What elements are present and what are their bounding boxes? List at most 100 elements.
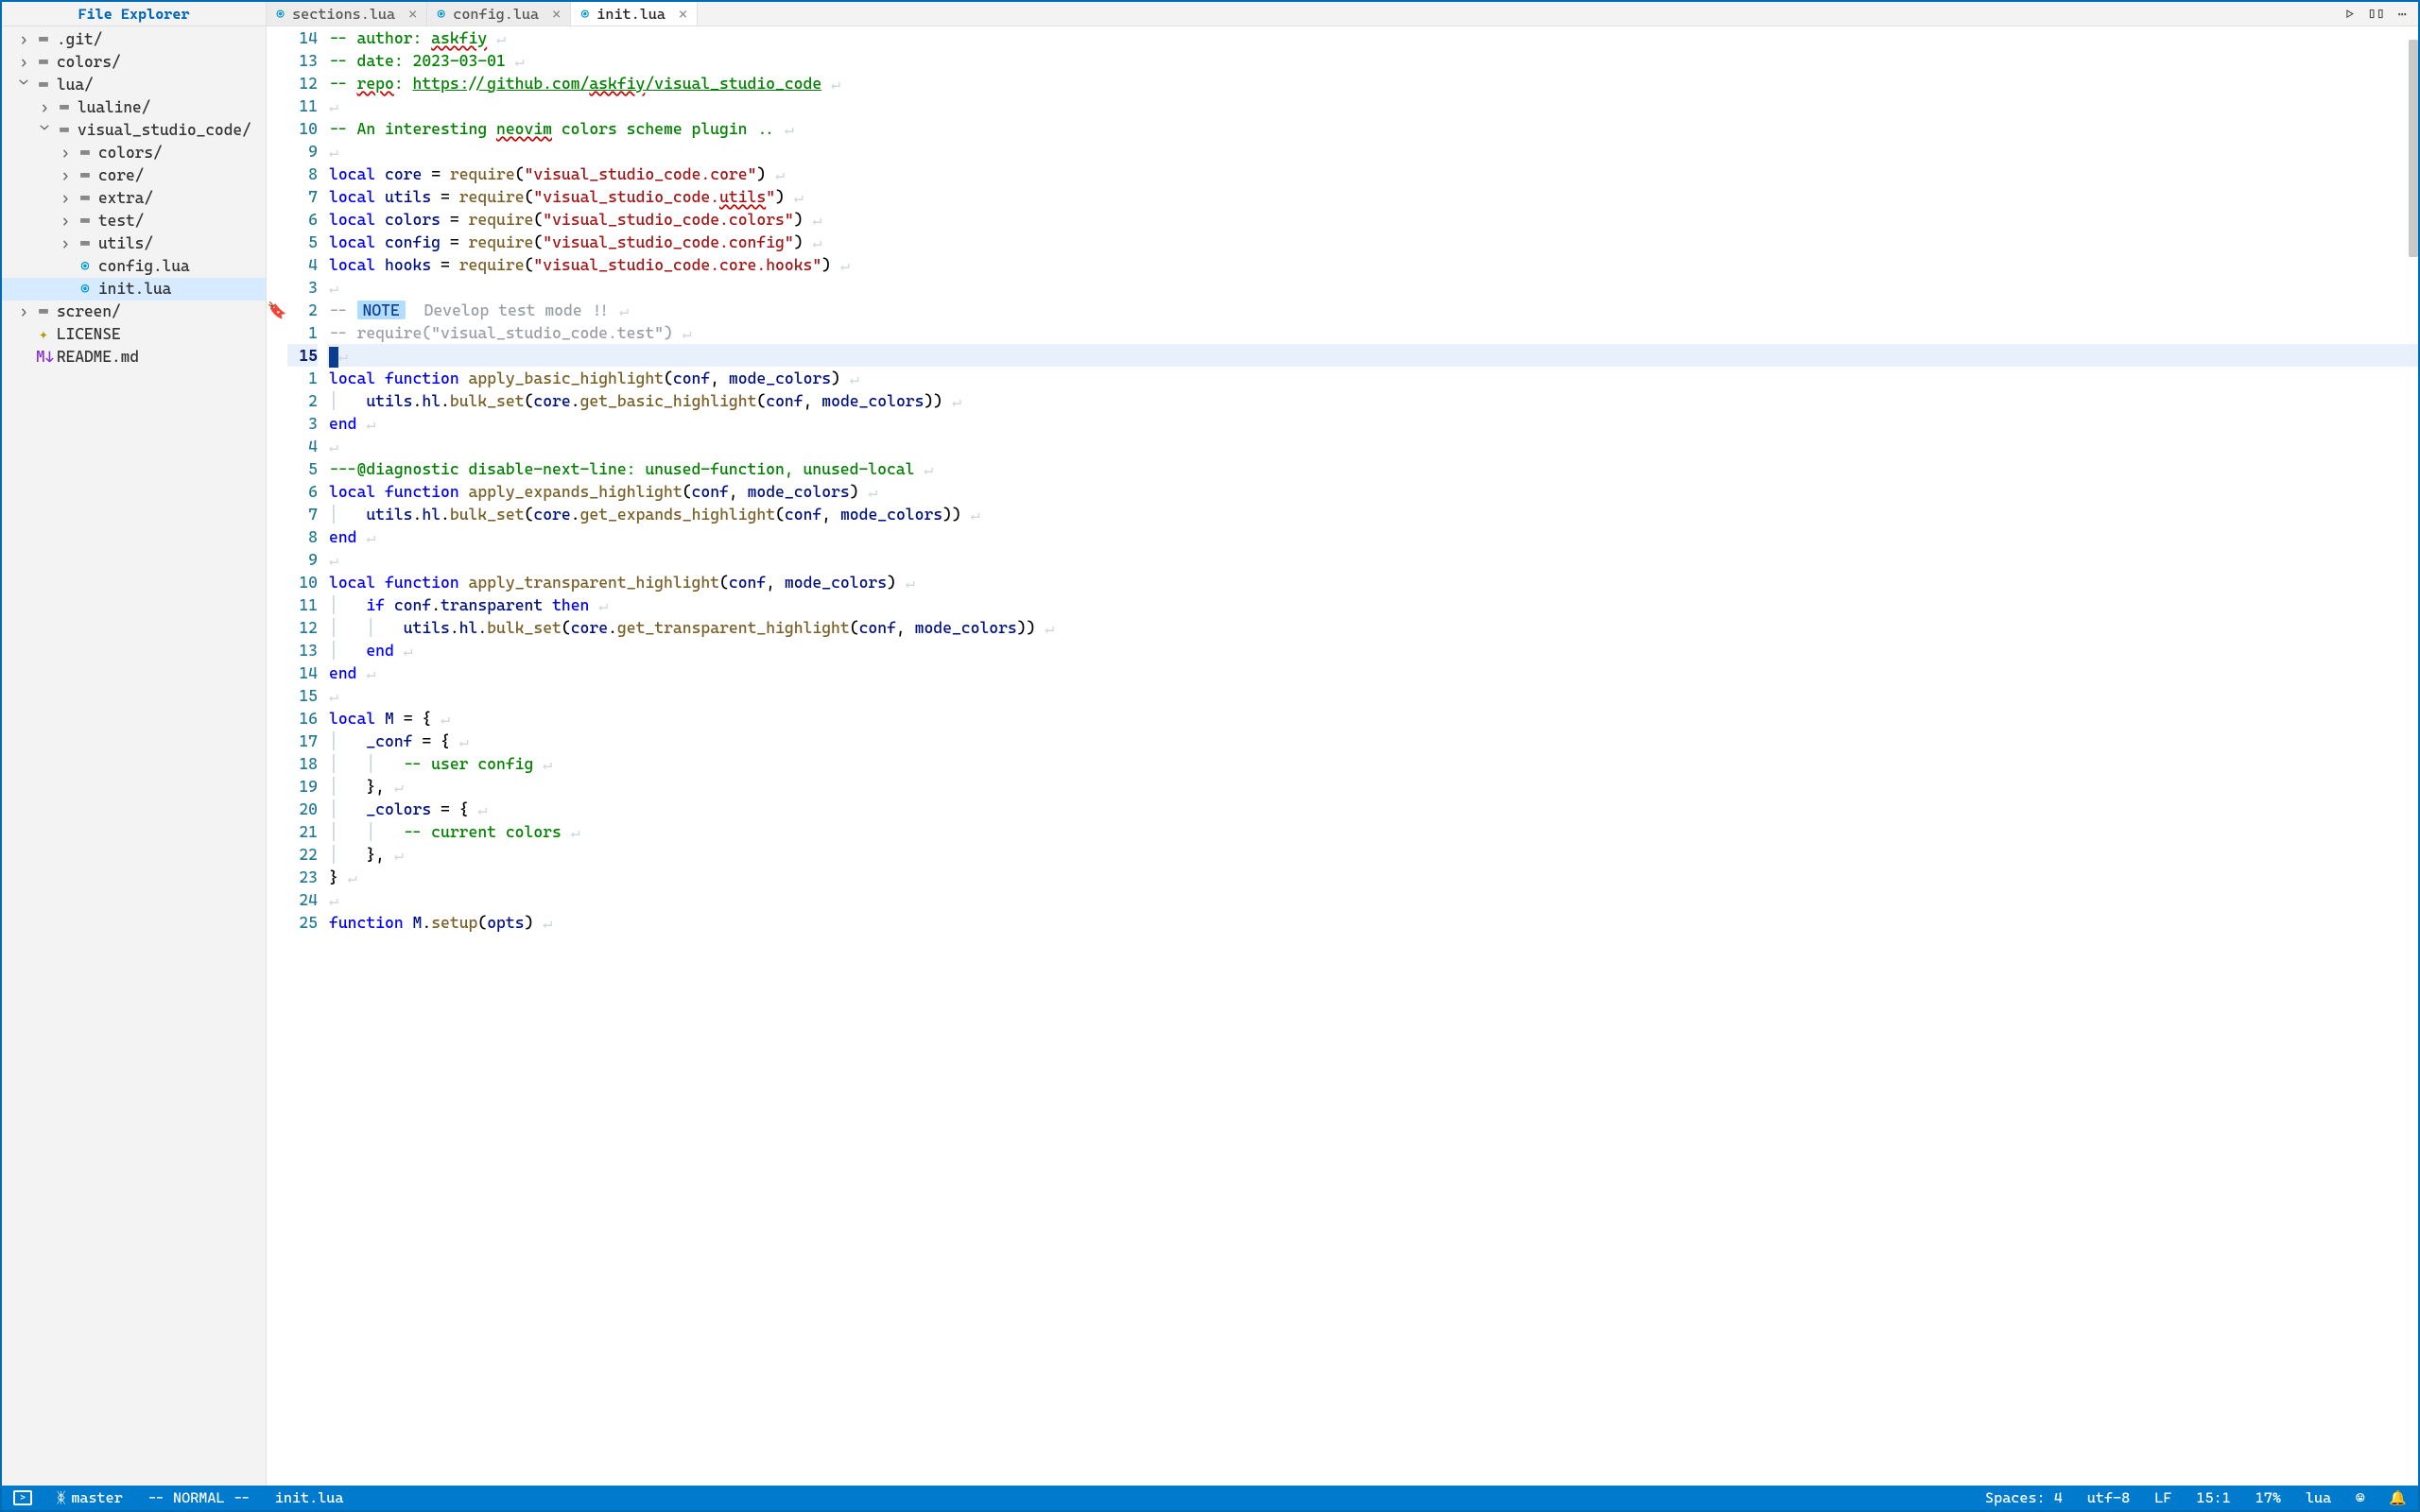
gutter-mark	[267, 208, 287, 231]
code-line[interactable]: end ↵	[327, 662, 2418, 684]
code-line[interactable]: ↵	[327, 140, 2418, 163]
line-number: 3	[287, 412, 318, 435]
status-spaces[interactable]: Spaces: 4	[1978, 1489, 2070, 1506]
git-branch[interactable]: ᛤ master	[49, 1489, 130, 1506]
code-line[interactable]: -- require("visual_studio_code.test") ↵	[327, 321, 2418, 344]
run-icon[interactable]: ▷	[2345, 6, 2354, 23]
tree-item-utils-[interactable]: ›▬utils/	[2, 232, 266, 255]
close-icon[interactable]: ×	[408, 6, 417, 23]
line-number: 21	[287, 820, 318, 843]
tree-item-config-lua[interactable]: ◉config.lua	[2, 255, 266, 278]
status-eol[interactable]: LF	[2147, 1489, 2179, 1506]
gutter-mark	[267, 389, 287, 412]
code-line[interactable]: -- repo: https://github.com/askfiy/visua…	[327, 72, 2418, 94]
code-line[interactable]: } ↵	[327, 866, 2418, 888]
tree-item--git-[interactable]: ›▬.git/	[2, 28, 266, 51]
code-line[interactable]: function M.setup(opts) ↵	[327, 911, 2418, 934]
terminal-icon[interactable]: >	[6, 1490, 40, 1505]
editor[interactable]: 🔖 14131211109876543211512345678910111213…	[267, 26, 2418, 1486]
code-line[interactable]: local core = require("visual_studio_code…	[327, 163, 2418, 185]
code-line[interactable]: -- date: 2023-03-01 ↵	[327, 49, 2418, 72]
tab-init-lua[interactable]: ◉init.lua×	[571, 2, 698, 26]
code-line[interactable]: local M = { ↵	[327, 707, 2418, 730]
close-icon[interactable]: ×	[552, 6, 561, 23]
code-line[interactable]: local hooks = require("visual_studio_cod…	[327, 253, 2418, 276]
line-number: 16	[287, 707, 318, 730]
lua-file-icon: ◉	[580, 6, 589, 23]
tabs-bar: File Explorer ◉sections.lua×◉config.lua×…	[2, 2, 2418, 26]
gutter-mark	[267, 571, 287, 593]
code-line[interactable]: local function apply_transparent_highlig…	[327, 571, 2418, 593]
status-filetype[interactable]: lua	[2298, 1489, 2339, 1506]
code-line[interactable]: │ _conf = { ↵	[327, 730, 2418, 752]
status-encoding[interactable]: utf-8	[2080, 1489, 2137, 1506]
code-line[interactable]: local utils = require("visual_studio_cod…	[327, 185, 2418, 208]
chevron-icon: ›	[59, 142, 72, 164]
code-line[interactable]: local function apply_expands_highlight(c…	[327, 480, 2418, 503]
code-line[interactable]: ↵	[327, 344, 2418, 367]
tree-item-lua-[interactable]: ⌄▬lua/	[2, 74, 266, 96]
code-line[interactable]: ---@diagnostic disable-next-line: unused…	[327, 457, 2418, 480]
code-line[interactable]: ↵	[327, 276, 2418, 299]
gutter-mark	[267, 480, 287, 503]
gutter-mark	[267, 548, 287, 571]
tab-sections-lua[interactable]: ◉sections.lua×	[267, 2, 427, 26]
code-line[interactable]: local function apply_basic_highlight(con…	[327, 367, 2418, 389]
code-line[interactable]: local config = require("visual_studio_co…	[327, 231, 2418, 253]
license-icon: ✦	[36, 323, 51, 346]
tree-item-LICENSE[interactable]: ✦LICENSE	[2, 323, 266, 346]
gutter-mark	[267, 843, 287, 866]
gutter-mark	[267, 367, 287, 389]
code-line[interactable]: │ if conf.transparent then ↵	[327, 593, 2418, 616]
code-line[interactable]: -- NOTE Develop test mode !! ↵	[327, 299, 2418, 321]
scrollbar[interactable]	[2409, 26, 2418, 1486]
tree-item-colors-[interactable]: ›▬colors/	[2, 142, 266, 164]
code-line[interactable]: ↵	[327, 548, 2418, 571]
code-line[interactable]: ↵	[327, 888, 2418, 911]
tab-config-lua[interactable]: ◉config.lua×	[427, 2, 571, 26]
code-line[interactable]: │ utils.hl.bulk_set(core.get_expands_hig…	[327, 503, 2418, 525]
code-line[interactable]: │ end ↵	[327, 639, 2418, 662]
status-percent: 17%	[2248, 1489, 2289, 1506]
line-number: 14	[287, 662, 318, 684]
feedback-icon[interactable]: ☺	[2348, 1489, 2372, 1506]
notifications-icon[interactable]: 🔔	[2381, 1489, 2414, 1506]
code-line[interactable]: -- author: askfiy ↵	[327, 26, 2418, 49]
status-position[interactable]: 15:1	[2188, 1489, 2238, 1506]
close-icon[interactable]: ×	[679, 6, 687, 23]
chevron-icon: ›	[59, 164, 72, 187]
code-line[interactable]: │ }, ↵	[327, 843, 2418, 866]
tree-item-extra-[interactable]: ›▬extra/	[2, 187, 266, 210]
line-number: 22	[287, 843, 318, 866]
gutter-mark	[267, 639, 287, 662]
split-editor-icon[interactable]: ▯▯	[2367, 6, 2384, 23]
more-icon[interactable]: ⋯	[2398, 6, 2407, 23]
file-explorer-title: File Explorer	[2, 2, 267, 26]
file-explorer[interactable]: ›▬.git/›▬colors/⌄▬lua/›▬lualine/⌄▬visual…	[2, 26, 267, 1486]
code-line[interactable]: │ _colors = { ↵	[327, 798, 2418, 820]
code-line[interactable]: -- An interesting neovim colors scheme p…	[327, 117, 2418, 140]
gutter-mark	[267, 866, 287, 888]
tree-item-lualine-[interactable]: ›▬lualine/	[2, 96, 266, 119]
tree-item-init-lua[interactable]: ◉init.lua	[2, 278, 266, 301]
code-line[interactable]: ↵	[327, 684, 2418, 707]
tree-item-README-md[interactable]: M↓README.md	[2, 346, 266, 369]
gutter-mark	[267, 707, 287, 730]
code-line[interactable]: │ utils.hl.bulk_set(core.get_basic_highl…	[327, 389, 2418, 412]
tree-item-visual_studio_code-[interactable]: ⌄▬visual_studio_code/	[2, 119, 266, 142]
tree-item-test-[interactable]: ›▬test/	[2, 210, 266, 232]
gutter-mark	[267, 321, 287, 344]
line-number: 7	[287, 185, 318, 208]
tree-item-colors-[interactable]: ›▬colors/	[2, 51, 266, 74]
code-line[interactable]: end ↵	[327, 412, 2418, 435]
code-line[interactable]: ↵	[327, 435, 2418, 457]
code-line[interactable]: │ │ -- current colors ↵	[327, 820, 2418, 843]
code-line[interactable]: │ │ -- user config ↵	[327, 752, 2418, 775]
code-line[interactable]: ↵	[327, 94, 2418, 117]
code-line[interactable]: │ │ utils.hl.bulk_set(core.get_transpare…	[327, 616, 2418, 639]
tree-item-screen-[interactable]: ›▬screen/	[2, 301, 266, 323]
code-line[interactable]: │ }, ↵	[327, 775, 2418, 798]
code-line[interactable]: end ↵	[327, 525, 2418, 548]
tree-item-core-[interactable]: ›▬core/	[2, 164, 266, 187]
code-line[interactable]: local colors = require("visual_studio_co…	[327, 208, 2418, 231]
